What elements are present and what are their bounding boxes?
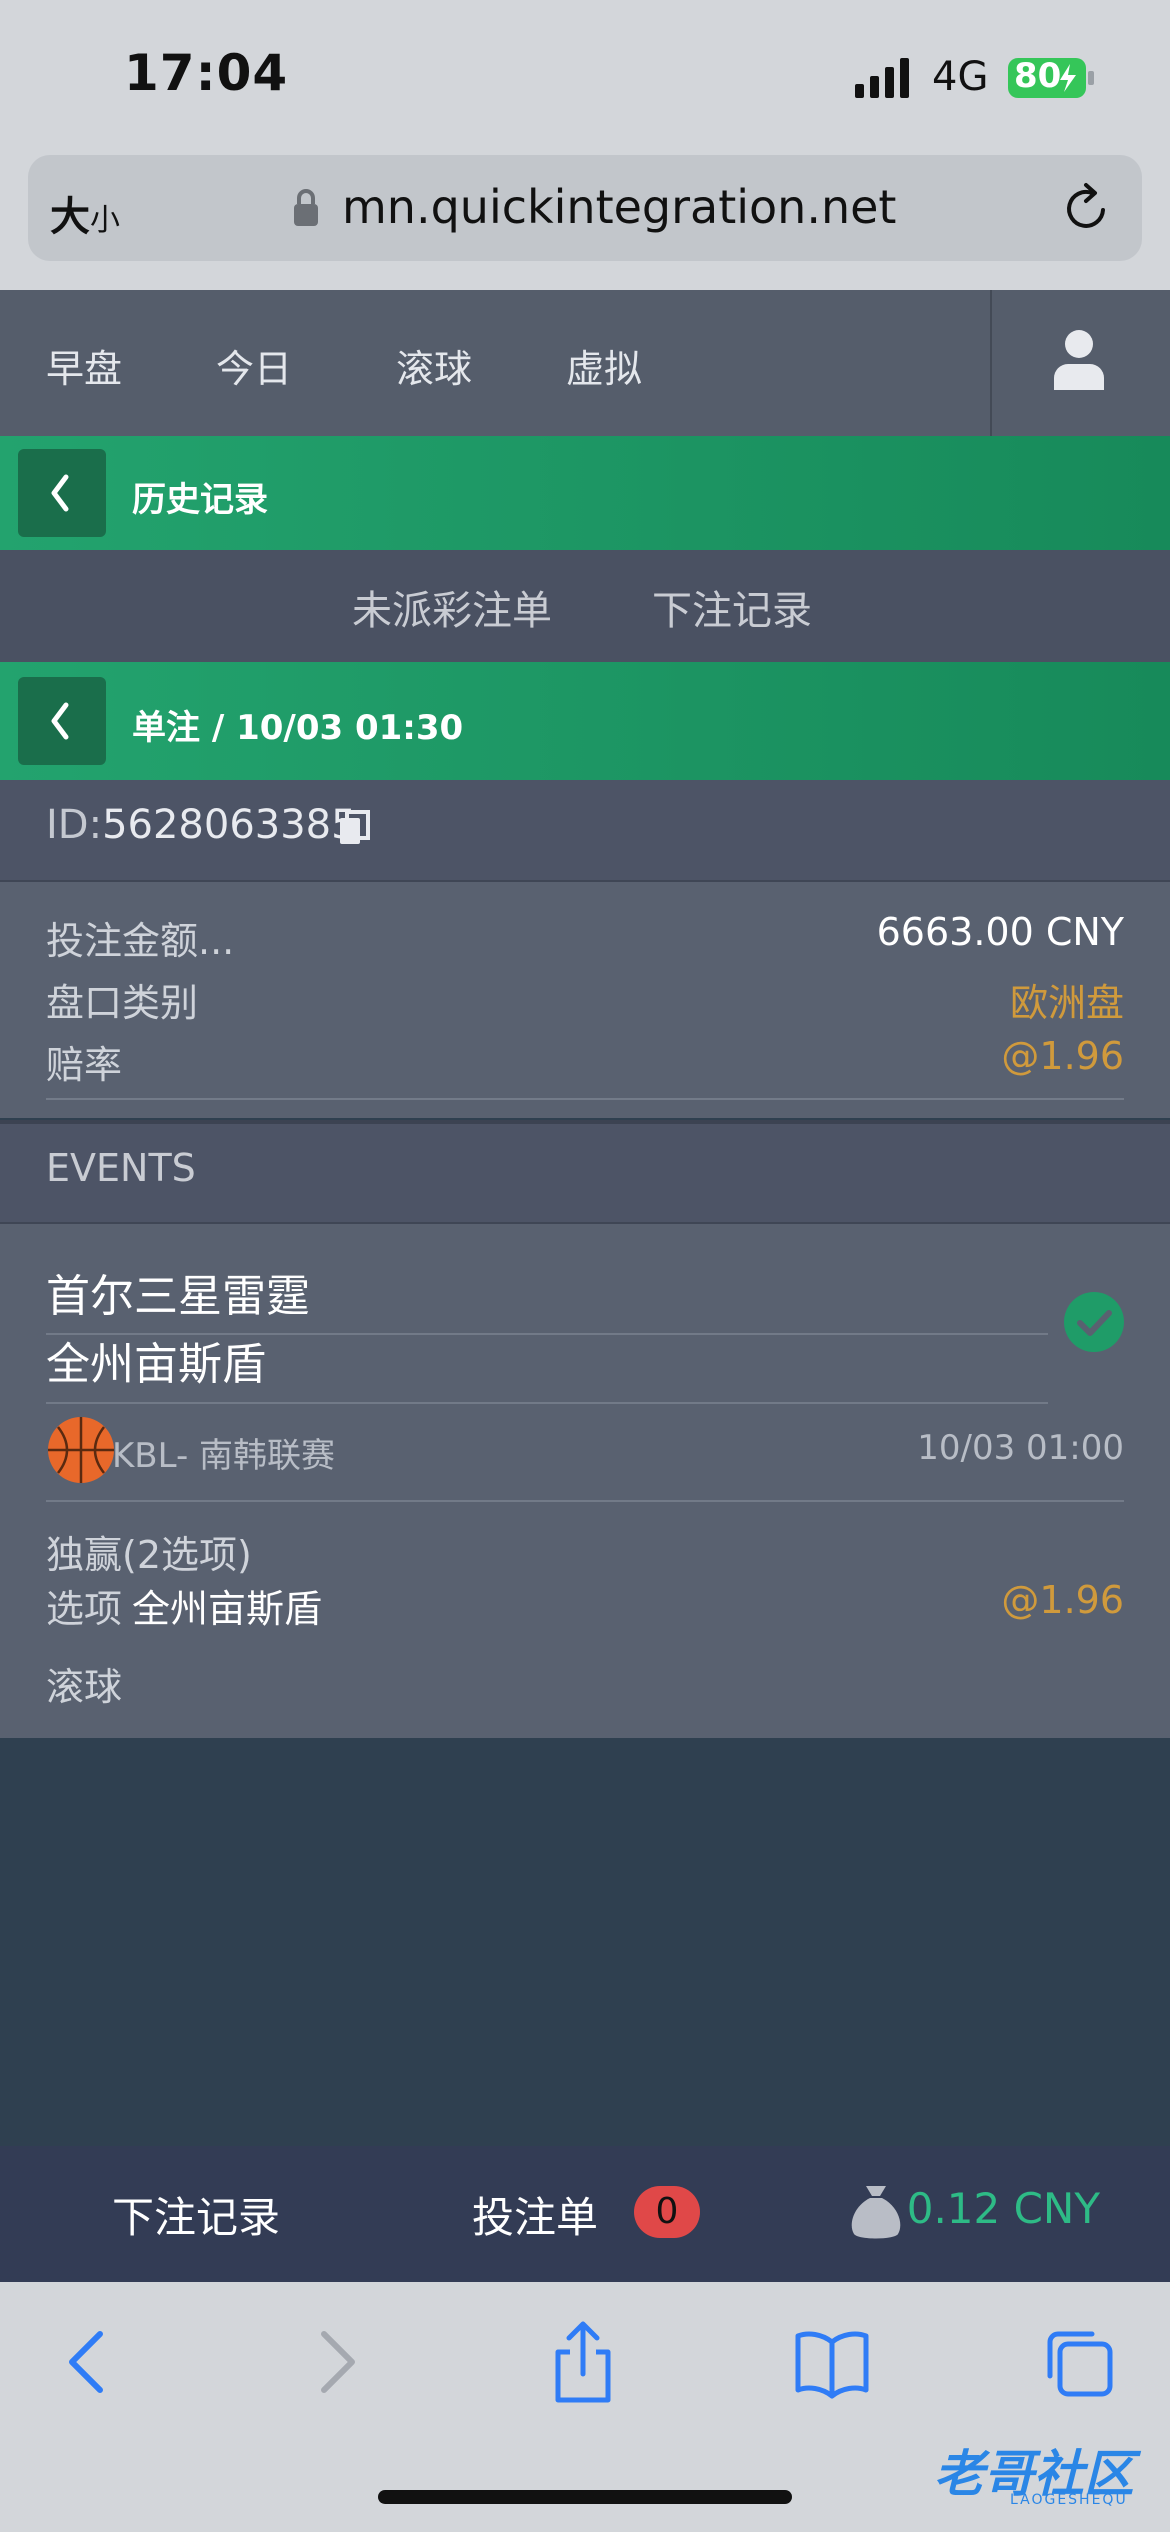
back-arrow-icon[interactable] bbox=[62, 2320, 108, 2404]
odds-type-label: 盘口类别 bbox=[46, 981, 199, 1025]
lock-icon bbox=[294, 189, 318, 226]
watermark-logo: 老哥社区 LAOGESHEQU bbox=[930, 2432, 1164, 2512]
signal-icon bbox=[855, 58, 909, 98]
forward-arrow-icon[interactable] bbox=[316, 2320, 362, 2404]
text-size-big-label: 大 bbox=[50, 194, 90, 240]
odds-type-value: 欧洲盘 bbox=[1009, 981, 1124, 1025]
money-bag-icon[interactable] bbox=[848, 2182, 904, 2242]
text-size-button[interactable]: 大小 bbox=[50, 184, 120, 242]
stake-label: 投注金额... bbox=[46, 919, 235, 963]
detail-back-button[interactable] bbox=[18, 677, 106, 765]
network-label: 4G bbox=[932, 54, 989, 100]
nav-divider bbox=[990, 290, 992, 436]
event-time: 10/03 01:00 bbox=[917, 1428, 1124, 1468]
divider bbox=[46, 1402, 1048, 1404]
live-label: 滚球 bbox=[46, 1665, 123, 1709]
away-team: 全州亩斯盾 bbox=[46, 1339, 266, 1390]
bet-slip-count-badge: 0 bbox=[634, 2186, 700, 2238]
tab-unsettled-bets[interactable]: 未派彩注单 bbox=[352, 578, 552, 636]
stake-value: 6663.00 CNY bbox=[876, 910, 1124, 954]
history-back-button[interactable] bbox=[18, 449, 106, 537]
sub-tabs bbox=[0, 550, 1170, 662]
home-indicator bbox=[378, 2490, 792, 2504]
user-icon[interactable] bbox=[1052, 328, 1106, 390]
selection-value: 全州亩斯盾 bbox=[132, 1587, 323, 1631]
copy-icon[interactable] bbox=[338, 810, 370, 846]
bet-id: ID:5628063385 bbox=[46, 802, 357, 848]
events-label: EVENTS bbox=[46, 1146, 196, 1190]
watermark-subtext: LAOGESHEQU bbox=[1010, 2492, 1128, 2508]
league-name: KBL- 南韩联赛 bbox=[112, 1436, 336, 1476]
nav-tab-early[interactable]: 早盘 bbox=[46, 338, 122, 393]
market-type: 独赢(2选项) bbox=[46, 1533, 252, 1577]
bet-slip-button[interactable]: 投注单 bbox=[472, 2184, 598, 2245]
odds-label: 赔率 bbox=[46, 1043, 123, 1087]
basketball-icon bbox=[48, 1417, 114, 1483]
bet-id-value: 5628063385 bbox=[102, 802, 357, 848]
share-icon[interactable] bbox=[548, 2320, 618, 2404]
nav-tab-today[interactable]: 今日 bbox=[216, 338, 292, 393]
tab-bet-records[interactable]: 下注记录 bbox=[652, 578, 812, 636]
chevron-left-icon bbox=[51, 702, 69, 740]
status-time: 17:04 bbox=[124, 44, 289, 102]
odds-value: @1.96 bbox=[1001, 1034, 1124, 1078]
divider bbox=[46, 1098, 1124, 1100]
bet-detail-title: 单注 / 10/03 01:30 bbox=[132, 708, 464, 748]
bookmarks-icon[interactable] bbox=[792, 2320, 872, 2404]
bet-records-button[interactable]: 下注记录 bbox=[112, 2184, 280, 2245]
check-circle-icon bbox=[1064, 1292, 1124, 1352]
url-text[interactable]: mn.quickintegration.net bbox=[342, 180, 896, 234]
selection-odds: @1.96 bbox=[1001, 1578, 1124, 1622]
chevron-left-icon bbox=[51, 474, 69, 512]
bet-id-label: ID: bbox=[46, 802, 103, 848]
battery-level: 80 bbox=[1014, 56, 1062, 96]
history-title: 历史记录 bbox=[132, 480, 268, 520]
nav-tab-virtual[interactable]: 虚拟 bbox=[566, 338, 642, 393]
nav-tab-live[interactable]: 滚球 bbox=[396, 338, 472, 393]
tabs-icon[interactable] bbox=[1040, 2320, 1116, 2404]
divider bbox=[46, 1500, 1124, 1502]
text-size-small-label: 小 bbox=[90, 203, 120, 238]
home-team: 首尔三星雷霆 bbox=[46, 1271, 310, 1322]
reload-icon[interactable] bbox=[1062, 180, 1112, 236]
selection-label: 选项 bbox=[46, 1587, 123, 1631]
wallet-balance[interactable]: 0.12 CNY bbox=[907, 2184, 1100, 2233]
